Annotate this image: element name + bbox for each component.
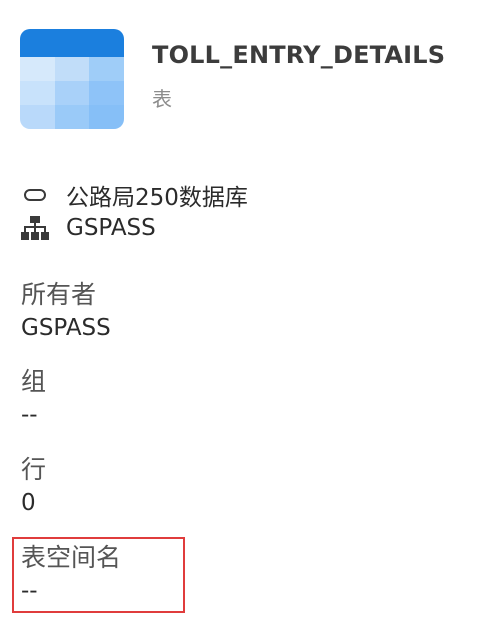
group-field: 组 -- xyxy=(21,367,46,429)
rows-field: 行 0 xyxy=(21,455,46,517)
highlight-box xyxy=(12,537,185,613)
owner-field: 所有者 GSPASS xyxy=(21,280,111,342)
database-name: 公路局250数据库 xyxy=(66,185,248,211)
object-type-label: 表 xyxy=(152,87,172,111)
database-row: 公路局250数据库 xyxy=(20,178,248,212)
group-label: 组 xyxy=(21,367,47,396)
owner-label: 所有者 xyxy=(21,280,97,309)
object-header: TOLL_ENTRY_DETAILS 表 xyxy=(20,29,445,129)
rows-value: 0 xyxy=(21,490,36,516)
schema-row: GSPASS xyxy=(20,215,156,241)
owner-value: GSPASS xyxy=(21,315,111,341)
database-icon xyxy=(20,183,50,207)
schema-name: GSPASS xyxy=(66,215,156,241)
table-icon xyxy=(20,29,124,129)
object-title: TOLL_ENTRY_DETAILS xyxy=(152,41,446,69)
title-block: TOLL_ENTRY_DETAILS 表 xyxy=(152,29,445,129)
schema-hierarchy-icon xyxy=(20,216,50,240)
rows-label: 行 xyxy=(21,455,47,484)
group-value: -- xyxy=(21,402,38,428)
